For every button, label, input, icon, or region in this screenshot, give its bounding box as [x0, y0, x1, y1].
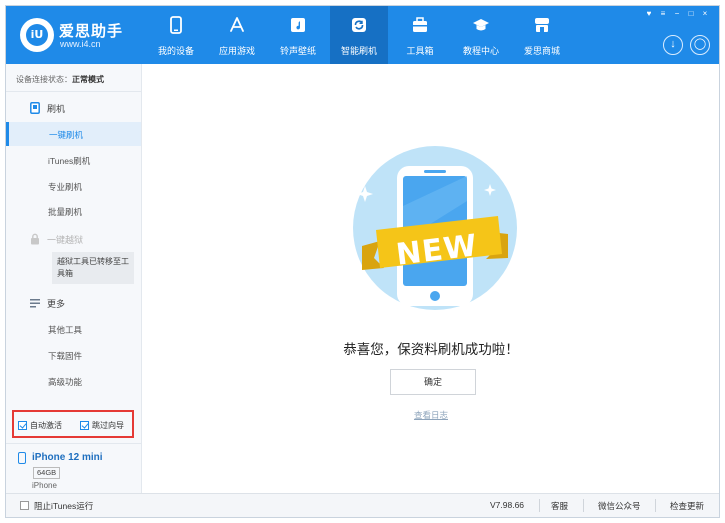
sidebar-item-label: 高级功能	[48, 377, 83, 387]
music-icon	[291, 18, 305, 32]
nav-smart-flash[interactable]: 智能刷机	[330, 6, 388, 64]
window-controls: ♥ ≡ − □ ×	[641, 9, 711, 19]
app-store-icon	[230, 17, 244, 32]
group-flash: 刷机	[6, 97, 142, 119]
device-info[interactable]: iPhone 12 mini 64GB iPhone	[6, 444, 142, 493]
nav-tutorials[interactable]: 教程中心	[452, 6, 510, 64]
status-value: 正常模式	[72, 75, 104, 84]
version-label: V7.98.66	[490, 500, 525, 510]
checkbox-checked-icon	[80, 421, 89, 430]
phone-icon	[170, 16, 182, 34]
nav-label: 铃声壁纸	[279, 46, 316, 56]
nav-label: 工具箱	[406, 46, 434, 56]
download-icon[interactable]: ↓	[663, 35, 683, 55]
sidebar-item-batch-flash[interactable]: 批量刷机	[7, 199, 141, 223]
sidebar-item-itunes-flash[interactable]: iTunes刷机	[7, 148, 141, 172]
nav-my-device[interactable]: 我的设备	[147, 6, 205, 64]
user-icon[interactable]: ◯	[690, 35, 710, 55]
menu-icon[interactable]: ≡	[657, 9, 669, 19]
divider	[6, 91, 142, 92]
maximize-icon[interactable]: □	[685, 9, 697, 19]
nav-ringtones[interactable]: 铃声壁纸	[269, 6, 327, 64]
header-bar: iU 爱思助手 www.i4.cn 我的设备 应用游戏 铃声壁纸 智能刷机 工具…	[6, 6, 719, 64]
new-phone-illustration	[353, 146, 517, 310]
status-bar: 阻止iTunes运行 V7.98.66 客服 微信公众号 检查更新	[6, 493, 719, 517]
device-name: iPhone 12 mini	[32, 452, 103, 463]
success-message: 恭喜您，保资料刷机成功啦！	[343, 342, 519, 357]
skip-guide-checkbox[interactable]: 跳过向导	[80, 420, 124, 431]
sidebar-item-one-click-flash[interactable]: 一键刷机	[6, 122, 141, 146]
logo: iU	[20, 18, 54, 52]
nav-label: 爱思商城	[523, 46, 560, 56]
refresh-icon	[352, 18, 366, 32]
minimize-icon[interactable]: −	[671, 9, 683, 19]
toolbox-icon	[413, 17, 427, 32]
check-update-link[interactable]: 检查更新	[670, 500, 704, 512]
checkbox-label: 自动激活	[30, 421, 62, 430]
group-label: 更多	[47, 299, 66, 309]
checkbox-checked-icon	[18, 421, 27, 430]
divider	[655, 499, 656, 512]
status-label: 设备连接状态：	[16, 75, 72, 84]
skin-icon[interactable]: ♥	[643, 9, 655, 19]
checkbox-label: 跳过向导	[92, 421, 124, 430]
device-phone-icon	[18, 452, 26, 464]
divider	[539, 499, 540, 512]
sidebar-item-label: 批量刷机	[48, 207, 83, 217]
sidebar-item-advanced[interactable]: 高级功能	[7, 369, 141, 393]
nav-apps[interactable]: 应用游戏	[208, 6, 266, 64]
nav-label: 应用游戏	[218, 46, 255, 56]
sidebar-item-pro-flash[interactable]: 专业刷机	[7, 174, 141, 198]
main-content: NEW 恭喜您，保资料刷机成功啦！ 确定 查看日志	[143, 64, 719, 493]
main-nav: 我的设备 应用游戏 铃声壁纸 智能刷机 工具箱 教程中心 爱思商城	[147, 6, 574, 64]
nav-toolbox[interactable]: 工具箱	[391, 6, 449, 64]
group-label: 一键越狱	[47, 235, 84, 245]
wechat-link[interactable]: 微信公众号	[598, 500, 641, 512]
options-highlight: 自动激活 跳过向导	[12, 410, 134, 438]
sidebar-item-label: 专业刷机	[48, 182, 83, 192]
close-icon[interactable]: ×	[699, 9, 711, 19]
sidebar-item-other-tools[interactable]: 其他工具	[7, 317, 141, 341]
view-log-link[interactable]: 查看日志	[143, 409, 719, 421]
brand-url: www.i4.cn	[60, 39, 101, 49]
brand-name: 爱思助手	[59, 23, 124, 40]
device-type: iPhone	[32, 481, 57, 490]
stop-itunes-checkbox[interactable]	[20, 501, 29, 510]
sidebar-item-download-firmware[interactable]: 下载固件	[7, 343, 141, 367]
graduation-cap-icon	[473, 19, 489, 31]
group-jailbreak: 一键越狱	[6, 228, 142, 250]
store-icon	[535, 18, 549, 32]
sidebar-item-label: iTunes刷机	[48, 156, 91, 166]
sidebar-item-label: 一键刷机	[49, 130, 84, 140]
list-icon	[30, 299, 40, 308]
sidebar-item-label: 其他工具	[48, 325, 83, 335]
group-label: 刷机	[47, 104, 66, 114]
connection-status: 设备连接状态：正常模式	[16, 74, 104, 85]
logo-mark: iU	[26, 24, 48, 46]
sidebar-item-label: 下载固件	[48, 351, 83, 361]
device-storage: 64GB	[33, 467, 61, 479]
service-link[interactable]: 客服	[551, 500, 568, 512]
divider	[583, 499, 584, 512]
nav-label: 智能刷机	[340, 46, 377, 56]
group-more: 更多	[6, 292, 142, 314]
flash-phone-icon	[30, 102, 40, 114]
nav-label: 我的设备	[157, 46, 194, 56]
app-window: iU 爱思助手 www.i4.cn 我的设备 应用游戏 铃声壁纸 智能刷机 工具…	[5, 5, 720, 518]
confirm-button[interactable]: 确定	[390, 369, 476, 395]
nav-store[interactable]: 爱思商城	[513, 6, 571, 64]
auto-activate-checkbox[interactable]: 自动激活	[18, 420, 62, 431]
stop-itunes-label: 阻止iTunes运行	[34, 501, 94, 511]
jailbreak-notice: 越狱工具已转移至工具箱	[52, 252, 134, 284]
sidebar: 设备连接状态：正常模式 刷机 一键刷机 iTunes刷机 专业刷机 批量刷机 一…	[6, 64, 142, 493]
lock-icon	[31, 233, 39, 245]
nav-label: 教程中心	[462, 46, 499, 56]
